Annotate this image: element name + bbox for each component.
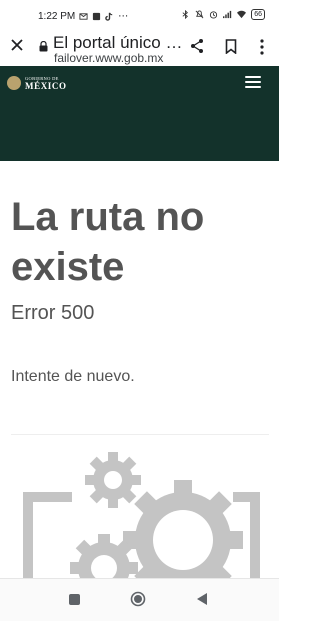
- close-icon[interactable]: [10, 38, 24, 52]
- more-dots-icon: ⋯: [118, 11, 129, 22]
- battery-icon: 66: [251, 9, 265, 20]
- divider: [11, 434, 269, 435]
- hamburger-menu-icon[interactable]: [245, 76, 261, 88]
- home-circle-icon[interactable]: [130, 591, 146, 607]
- status-right: 66: [181, 9, 265, 20]
- system-nav-bar: [0, 578, 279, 621]
- lock-icon: [39, 41, 48, 52]
- status-bar: 1:22 PM ⋯ 66: [0, 0, 279, 32]
- page-title-in-toolbar[interactable]: El portal único …: [53, 33, 181, 53]
- wifi-icon: [237, 10, 247, 19]
- bluetooth-icon: [182, 10, 189, 19]
- retry-message: Intente de nuevo.: [11, 368, 135, 385]
- back-triangle-icon[interactable]: [196, 592, 208, 606]
- error-code: Error 500: [11, 302, 95, 324]
- alarm-icon: [210, 11, 218, 19]
- page-title: La ruta no existe: [11, 195, 205, 289]
- mute-icon: [195, 10, 204, 19]
- status-left: 1:22 PM ⋯: [38, 11, 128, 22]
- dialpad-icon: [93, 12, 101, 21]
- status-time: 1:22 PM: [38, 11, 76, 22]
- share-icon[interactable]: [189, 38, 205, 54]
- recents-square-icon[interactable]: [69, 594, 80, 605]
- gov-seal-icon: [7, 76, 21, 90]
- more-vert-icon[interactable]: [259, 39, 265, 55]
- signal-icon: [223, 10, 232, 19]
- tiktok-icon: [105, 12, 113, 21]
- gov-brand-big[interactable]: MÉXICO: [25, 81, 67, 91]
- url-host[interactable]: failover.www.gob.mx: [54, 51, 163, 65]
- gears-illustration: [23, 452, 260, 578]
- custom-tab-toolbar: El portal único … failover.www.gob.mx: [0, 32, 279, 66]
- gov-header: GOBIERNO DE MÉXICO: [0, 66, 279, 161]
- bookmark-icon[interactable]: [225, 39, 237, 54]
- mail-icon: [79, 13, 88, 20]
